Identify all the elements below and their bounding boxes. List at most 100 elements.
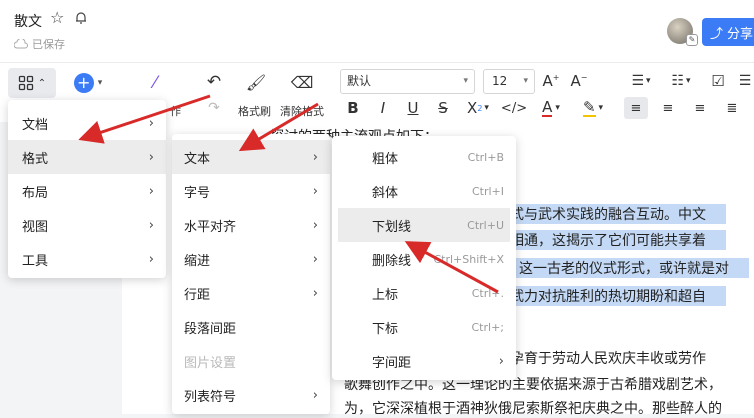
menu-item-label: 下标 — [372, 321, 399, 337]
shortcut-label: Ctrl+I — [471, 184, 504, 198]
chevron-down-icon: ▾ — [646, 76, 651, 86]
menu-grid-button[interactable]: ⌃ — [8, 68, 56, 98]
save-status: 已保存 — [14, 36, 65, 52]
menu-item-format[interactable]: 格式 › — [8, 140, 166, 174]
clear-format-button[interactable]: ⌫ — [288, 68, 316, 96]
menu-item-label: 格式 — [22, 151, 49, 167]
checkbox-button[interactable]: ☑ — [706, 69, 730, 93]
superscript-button[interactable]: X 2 ▾ — [462, 97, 494, 119]
menu-item-label: 字号 — [184, 185, 211, 201]
highlight-button[interactable]: ✎ ▾ — [576, 97, 610, 119]
menu-item-document[interactable]: 文档 › — [8, 106, 166, 140]
align-center-button[interactable]: ≡ — [656, 97, 680, 119]
undo-icon: ↶ — [206, 72, 222, 92]
chevron-right-icon: › — [148, 217, 154, 233]
chevron-right-icon: › — [148, 115, 154, 131]
chevron-right-icon: › — [312, 251, 318, 267]
format-painter-label: 格式刷 — [238, 105, 271, 118]
menu-item-underline[interactable]: 下划线 Ctrl+U — [338, 208, 510, 242]
align-right-button[interactable]: ≡ — [688, 97, 712, 119]
increase-font-button[interactable]: A+ — [540, 69, 562, 93]
toolbar-partial-label: 作 — [170, 105, 181, 118]
font-family-select[interactable]: 默认 ▾ — [340, 69, 475, 94]
insert-button[interactable]: + ▾ — [68, 68, 108, 98]
menu-item-indent[interactable]: 缩进 › — [172, 242, 330, 276]
share-label: 分享 — [727, 26, 754, 42]
cloud-icon — [14, 39, 28, 49]
menu-item-bold[interactable]: 粗体 Ctrl+B — [332, 140, 516, 174]
doc-title[interactable]: 散文 — [14, 11, 42, 31]
menu-item-label: 列表符号 — [184, 389, 237, 405]
menu-item-list-symbol[interactable]: 列表符号 › — [172, 378, 330, 412]
chevron-down-icon: ▾ — [598, 103, 604, 113]
share-button[interactable]: ⤴ 分享 — [702, 18, 754, 46]
doc-paragraph-line: 为，它深深植根于酒神狄俄尼索斯祭祀庆典之中。那些醉人的 — [344, 401, 722, 417]
font-size-select[interactable]: 12 ▾ — [483, 69, 535, 94]
menu-item-label: 缩进 — [184, 253, 211, 269]
menu-item-tools[interactable]: 工具 › — [8, 242, 166, 276]
menu-item-label: 斜体 — [372, 185, 399, 201]
magic-wand-icon: ⁄ — [153, 73, 157, 93]
chevron-up-icon: ⌃ — [37, 77, 47, 89]
menu-item-label: 布局 — [22, 185, 49, 201]
chevron-right-icon: › — [312, 149, 318, 165]
eraser-icon: ⌫ — [290, 72, 314, 92]
menu-item-subscript[interactable]: 下标 Ctrl+; — [332, 310, 516, 344]
menu-item-superscript[interactable]: 上标 Ctrl+. — [332, 276, 516, 310]
menu-item-text[interactable]: 文本 › — [172, 140, 330, 174]
decrease-font-button[interactable]: A− — [568, 69, 590, 93]
chevron-right-icon: › — [148, 149, 154, 165]
redo-icon: ↷ — [208, 100, 220, 116]
checkbox-icon: ☑ — [711, 72, 725, 90]
menu-item-label: 视图 — [22, 219, 49, 235]
title-bar: 散文 ☆ 已保存 ✎ ⤴ 分享 — [0, 0, 754, 62]
more-list-button[interactable]: ☰ — [736, 69, 754, 93]
font-family-value: 默认 — [347, 74, 372, 88]
justify-button[interactable]: ≣ — [720, 97, 744, 119]
plus-circle-icon: + — [73, 73, 94, 93]
clear-format-label: 清除格式 — [280, 105, 324, 118]
main-menu: 文档 › 格式 › 布局 › 视图 › 工具 › — [8, 100, 166, 278]
menu-item-letter-spacing[interactable]: 字间距 › — [332, 344, 516, 378]
menu-item-label: 字间距 — [372, 355, 412, 371]
menu-item-label: 行距 — [184, 287, 211, 303]
doc-paragraph-line: 。这一古老的仪式形式，或许就是对 — [505, 258, 749, 278]
menu-item-italic[interactable]: 斜体 Ctrl+I — [332, 174, 516, 208]
list-button[interactable]: ☰ ▾ — [626, 69, 656, 93]
menu-item-strikethrough[interactable]: 删除线 Ctrl+Shift+X — [332, 242, 516, 276]
chevron-right-icon: › — [498, 353, 504, 369]
strikethrough-button[interactable]: S — [432, 97, 454, 119]
bullet-list-icon: ☰ — [631, 73, 645, 89]
align-left-icon: ≡ — [630, 100, 642, 116]
star-icon[interactable]: ☆ — [50, 8, 64, 27]
menu-item-layout[interactable]: 布局 › — [8, 174, 166, 208]
align-center-icon: ≡ — [662, 100, 674, 116]
align-left-button[interactable]: ≡ — [624, 97, 648, 119]
format-submenu: 文本 › 字号 › 水平对齐 › 缩进 › 行距 › 段落间距 图片设置 列表符号 › — [172, 134, 330, 414]
numbered-list-button[interactable]: ☷ ▾ — [666, 69, 696, 93]
ai-wand-button[interactable]: ⁄ — [140, 68, 170, 98]
menu-item-label: 文本 — [184, 151, 211, 167]
bold-button[interactable]: B — [342, 97, 364, 119]
font-color-icon: A — [542, 98, 553, 117]
menu-item-label: 工具 — [22, 253, 49, 269]
redo-button[interactable]: ↷ — [200, 97, 228, 119]
italic-button[interactable]: I — [372, 97, 394, 119]
menu-item-horizontal-align[interactable]: 水平对齐 › — [172, 208, 330, 242]
chevron-down-icon: ▾ — [484, 103, 489, 113]
undo-button[interactable]: ↶ — [200, 68, 228, 96]
shortcut-label: Ctrl+Shift+X — [433, 252, 504, 266]
menu-item-line-spacing[interactable]: 行距 › — [172, 276, 330, 310]
chevron-right-icon: › — [312, 217, 318, 233]
format-painter-button[interactable]: 🖌 — [242, 68, 270, 96]
menu-item-label: 上标 — [372, 287, 399, 303]
chevron-down-icon: ▾ — [463, 76, 468, 86]
font-color-button[interactable]: A ▾ — [534, 97, 568, 119]
bell-icon[interactable] — [74, 11, 88, 25]
save-status-text: 已保存 — [32, 38, 65, 51]
menu-item-view[interactable]: 视图 › — [8, 208, 166, 242]
code-button[interactable]: </> — [501, 97, 527, 119]
menu-item-font-size[interactable]: 字号 › — [172, 174, 330, 208]
underline-button[interactable]: U — [402, 97, 424, 119]
menu-item-paragraph-spacing[interactable]: 段落间距 — [172, 310, 330, 344]
